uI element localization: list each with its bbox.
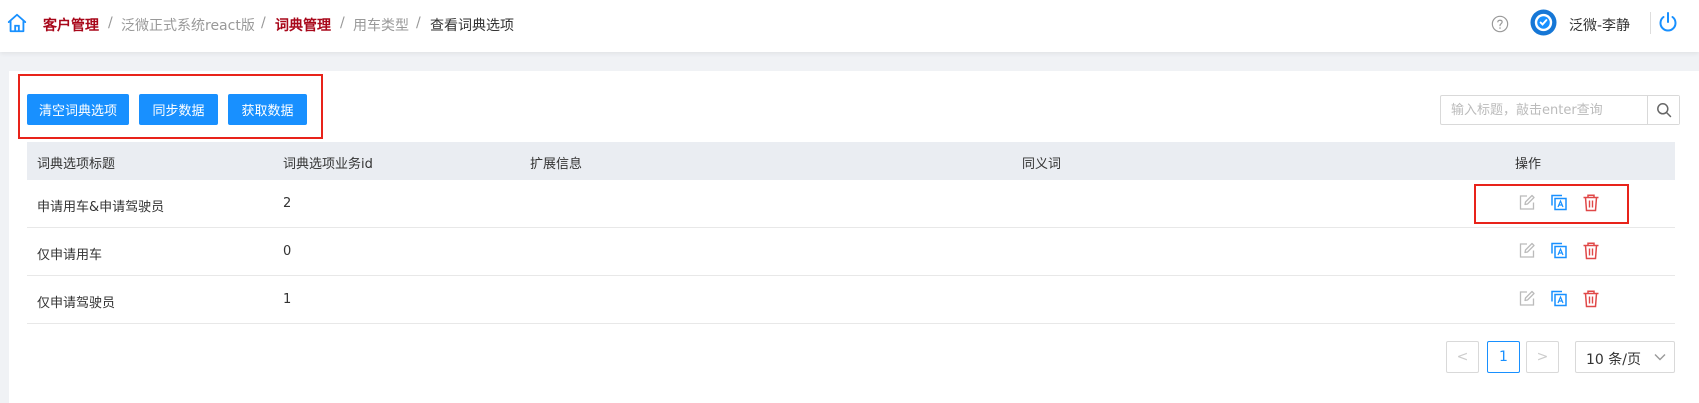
delete-icon[interactable]: [1582, 193, 1600, 212]
fetch-data-button[interactable]: 获取数据: [228, 94, 307, 125]
power-icon[interactable]: [1658, 11, 1678, 33]
delete-icon[interactable]: [1582, 289, 1600, 308]
avatar[interactable]: [1530, 9, 1557, 36]
breadcrumb-current-page: 查看词典选项: [430, 18, 514, 34]
clear-dictionary-options-button[interactable]: 清空词典选项: [27, 94, 129, 125]
help-icon[interactable]: [1491, 15, 1509, 33]
top-header: 客户管理 / 泛微正式系统react版 / 词典管理 / 用车类型 / 查看词典…: [0, 0, 1699, 52]
column-header-synonym: 同义词: [1022, 157, 1062, 172]
copy-icon[interactable]: [1550, 289, 1568, 308]
table-row: 仅申请用车 0: [27, 228, 1675, 276]
breadcrumb-vehicle-type[interactable]: 用车类型: [353, 15, 409, 35]
cell-business-id: 2: [283, 196, 292, 211]
breadcrumb-separator: /: [261, 15, 266, 31]
copy-icon[interactable]: [1550, 241, 1568, 260]
table-row: 申请用车&申请驾驶员 2: [27, 180, 1675, 228]
column-header-actions: 操作: [1515, 157, 1542, 172]
search-icon: [1657, 103, 1672, 118]
cell-title: 仅申请驾驶员: [37, 296, 116, 311]
breadcrumb-separator: /: [416, 15, 421, 31]
table-row: 仅申请驾驶员 1: [27, 276, 1675, 324]
breadcrumb-separator: /: [340, 15, 345, 31]
column-header-business-id: 词典选项业务id: [283, 157, 373, 172]
page-size-select[interactable]: 10 条/页: [1575, 341, 1675, 373]
breadcrumb-separator: /: [108, 15, 113, 31]
pagination-page-1[interactable]: 1: [1487, 341, 1520, 373]
column-header-extension: 扩展信息: [530, 157, 583, 172]
header-divider: [1650, 12, 1651, 34]
search-button[interactable]: [1647, 96, 1679, 124]
user-name[interactable]: 泛微-李静: [1569, 15, 1630, 35]
cell-business-id: 0: [283, 244, 292, 259]
search-box: [1440, 95, 1680, 125]
edit-icon[interactable]: [1518, 289, 1536, 308]
delete-icon[interactable]: [1582, 241, 1600, 260]
edit-icon[interactable]: [1518, 241, 1536, 260]
cell-business-id: 1: [283, 292, 292, 307]
pagination-next-button[interactable]: >: [1526, 341, 1559, 373]
pagination-prev-button[interactable]: <: [1446, 341, 1479, 373]
breadcrumb-dictionary-management[interactable]: 词典管理: [275, 15, 331, 35]
breadcrumb-customer-management[interactable]: 客户管理: [43, 15, 99, 35]
search-input[interactable]: [1441, 96, 1647, 124]
page-size-value: 10 条/页: [1586, 352, 1641, 368]
cell-title: 申请用车&申请驾驶员: [37, 200, 165, 215]
breadcrumb-system[interactable]: 泛微正式系统react版: [121, 15, 255, 35]
table-header: 词典选项标题 词典选项业务id 扩展信息 同义词 操作: [27, 142, 1675, 180]
cell-title: 仅申请用车: [37, 248, 103, 263]
copy-icon[interactable]: [1550, 193, 1568, 212]
chevron-down-icon: [1654, 354, 1666, 361]
home-icon[interactable]: [6, 12, 28, 34]
edit-icon[interactable]: [1518, 193, 1536, 212]
column-header-title: 词典选项标题: [37, 157, 116, 172]
sync-data-button[interactable]: 同步数据: [139, 94, 218, 125]
